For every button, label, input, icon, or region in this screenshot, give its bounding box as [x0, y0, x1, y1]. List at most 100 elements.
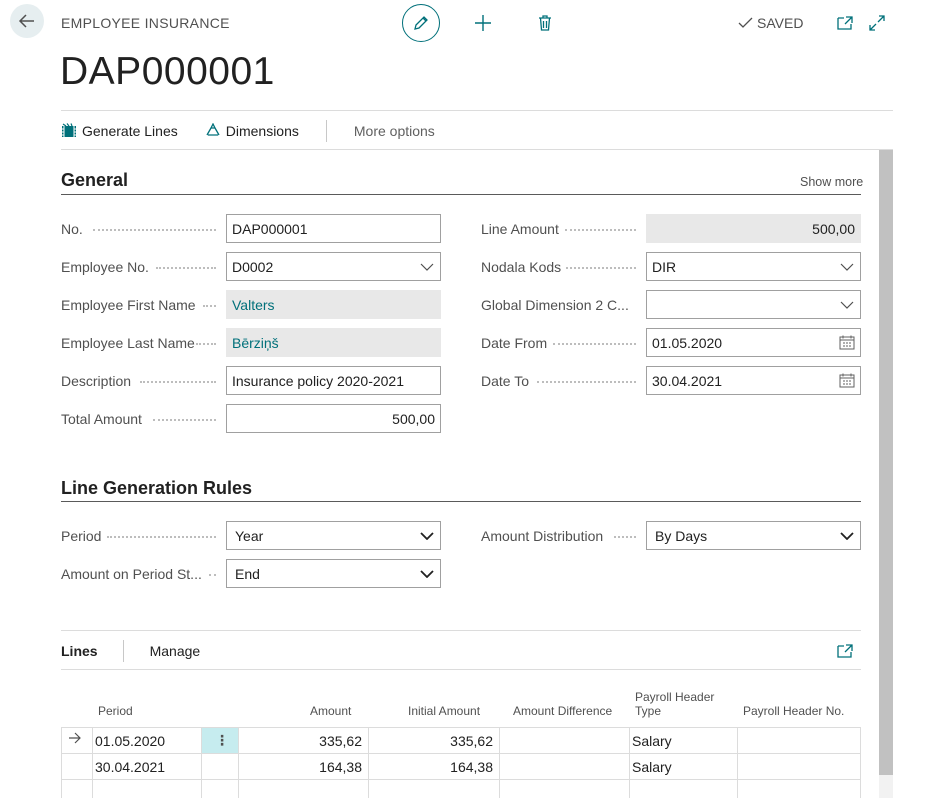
row-initial-amount[interactable]: 335,62 [450, 733, 493, 749]
description-field[interactable]: Insurance policy 2020-2021 [226, 366, 441, 395]
chevron-down-icon[interactable] [839, 297, 855, 313]
label-dots [203, 305, 216, 307]
chevron-down-icon[interactable] [419, 528, 435, 544]
table-row[interactable]: 01.05.2020 ⋮ 335,62 335,62 Salary [61, 727, 861, 753]
row-amount[interactable]: 164,38 [319, 759, 362, 775]
period-select[interactable]: Year [226, 521, 441, 550]
checkmark-icon [738, 17, 753, 28]
show-more-link[interactable]: Show more [800, 175, 863, 189]
total-amount-label: Total Amount [61, 411, 142, 427]
chevron-down-icon[interactable] [419, 566, 435, 582]
grid-line [201, 727, 202, 798]
saved-label: SAVED [757, 15, 804, 31]
generate-lines-label: Generate Lines [82, 123, 178, 139]
column-header-amount[interactable]: Amount [310, 704, 351, 718]
period-label: Period [61, 528, 102, 544]
row-menu-icon[interactable]: ⋮ [215, 732, 229, 749]
row-amount[interactable]: 335,62 [319, 733, 362, 749]
divider [61, 669, 861, 670]
divider [61, 630, 861, 631]
grid-line [368, 727, 369, 798]
employee-no-field[interactable]: D0002 [226, 252, 441, 281]
column-header-period[interactable]: Period [98, 704, 133, 718]
no-field[interactable]: DAP000001 [226, 214, 441, 243]
line-amount-field[interactable]: 500,00 [646, 214, 861, 243]
amount-on-period-value: End [235, 565, 260, 582]
edit-button[interactable] [402, 4, 440, 42]
row-current-arrow-icon [68, 731, 82, 747]
date-from-field[interactable]: 01.05.2020 [646, 328, 861, 357]
total-amount-value: 500,00 [392, 410, 435, 427]
amount-on-period-select[interactable]: End [226, 559, 441, 588]
generate-lines-action[interactable]: Generate Lines [61, 123, 178, 139]
grid-line [629, 727, 630, 798]
delete-button[interactable] [534, 12, 556, 34]
calendar-icon[interactable] [839, 335, 855, 351]
no-label: No. [61, 221, 83, 237]
date-to-value: 30.04.2021 [652, 372, 723, 389]
lines-tab[interactable]: Lines [61, 643, 98, 659]
global-dimension-2-label: Global Dimension 2 C... [481, 297, 629, 313]
scrollbar-thumb[interactable] [879, 150, 893, 775]
last-name-field[interactable]: Bērziņš [226, 328, 441, 357]
employee-no-label: Employee No. [61, 259, 149, 275]
pencil-icon [414, 16, 428, 30]
arrow-left-icon [18, 14, 34, 28]
open-in-new-window-icon [837, 16, 853, 30]
new-button[interactable] [472, 12, 494, 34]
row-period[interactable]: 01.05.2020 [95, 733, 165, 749]
total-amount-field[interactable]: 500,00 [226, 404, 441, 433]
label-dots [553, 343, 636, 345]
open-new-window-button[interactable] [834, 12, 856, 34]
label-dots [614, 536, 636, 538]
dimensions-action[interactable]: Dimensions [205, 123, 299, 139]
column-header-payroll-no[interactable]: Payroll Header No. [743, 704, 844, 718]
calendar-icon[interactable] [839, 373, 855, 389]
page-title: DAP000001 [60, 50, 275, 93]
nodala-kods-field[interactable]: DIR [646, 252, 861, 281]
chevron-down-icon[interactable] [839, 528, 855, 544]
first-name-field[interactable]: Valters [226, 290, 441, 319]
more-options-label: More options [353, 123, 435, 139]
label-dots [196, 343, 216, 345]
back-button[interactable] [10, 4, 44, 38]
row-period[interactable]: 30.04.2021 [95, 759, 165, 775]
column-header-initial-amount[interactable]: Initial Amount [408, 704, 480, 718]
lines-toolbar: Lines Manage [61, 640, 200, 662]
row-payroll-type[interactable]: Salary [632, 759, 672, 775]
label-dots [566, 267, 636, 269]
description-value: Insurance policy 2020-2021 [232, 372, 405, 389]
general-section-title[interactable]: General [61, 170, 128, 191]
column-header-payroll-type-line1: Payroll Header [635, 690, 715, 704]
grid-line [61, 727, 62, 798]
column-header-payroll-type[interactable]: Payroll Header Type [635, 690, 714, 718]
table-row[interactable]: 30.04.2021 164,38 164,38 Salary [61, 753, 861, 779]
label-dots [107, 536, 216, 538]
label-dots [93, 229, 216, 231]
grid-line [238, 727, 239, 798]
divider [61, 110, 893, 111]
action-separator [325, 120, 327, 142]
grid-line [737, 727, 738, 798]
first-name-value: Valters [232, 296, 275, 313]
date-to-field[interactable]: 30.04.2021 [646, 366, 861, 395]
expand-button[interactable] [866, 12, 888, 34]
chevron-down-icon[interactable] [839, 259, 855, 275]
table-row-empty[interactable] [61, 779, 861, 798]
global-dimension-2-field[interactable] [646, 290, 861, 319]
line-generation-rules-title[interactable]: Line Generation Rules [61, 478, 252, 499]
description-label: Description [61, 373, 132, 389]
more-options-action[interactable]: More options [354, 123, 435, 139]
no-value: DAP000001 [232, 220, 308, 237]
row-initial-amount[interactable]: 164,38 [450, 759, 493, 775]
dimensions-icon [206, 123, 220, 136]
section-rule [61, 194, 861, 195]
manage-tab[interactable]: Manage [150, 643, 201, 659]
label-dots [209, 574, 216, 576]
open-in-new-window-icon [837, 644, 853, 658]
open-lines-fullscreen-button[interactable] [834, 640, 856, 662]
row-payroll-type[interactable]: Salary [632, 733, 672, 749]
column-header-amount-difference[interactable]: Amount Difference [513, 704, 612, 718]
chevron-down-icon[interactable] [419, 259, 435, 275]
amount-distribution-select[interactable]: By Days [646, 521, 861, 550]
